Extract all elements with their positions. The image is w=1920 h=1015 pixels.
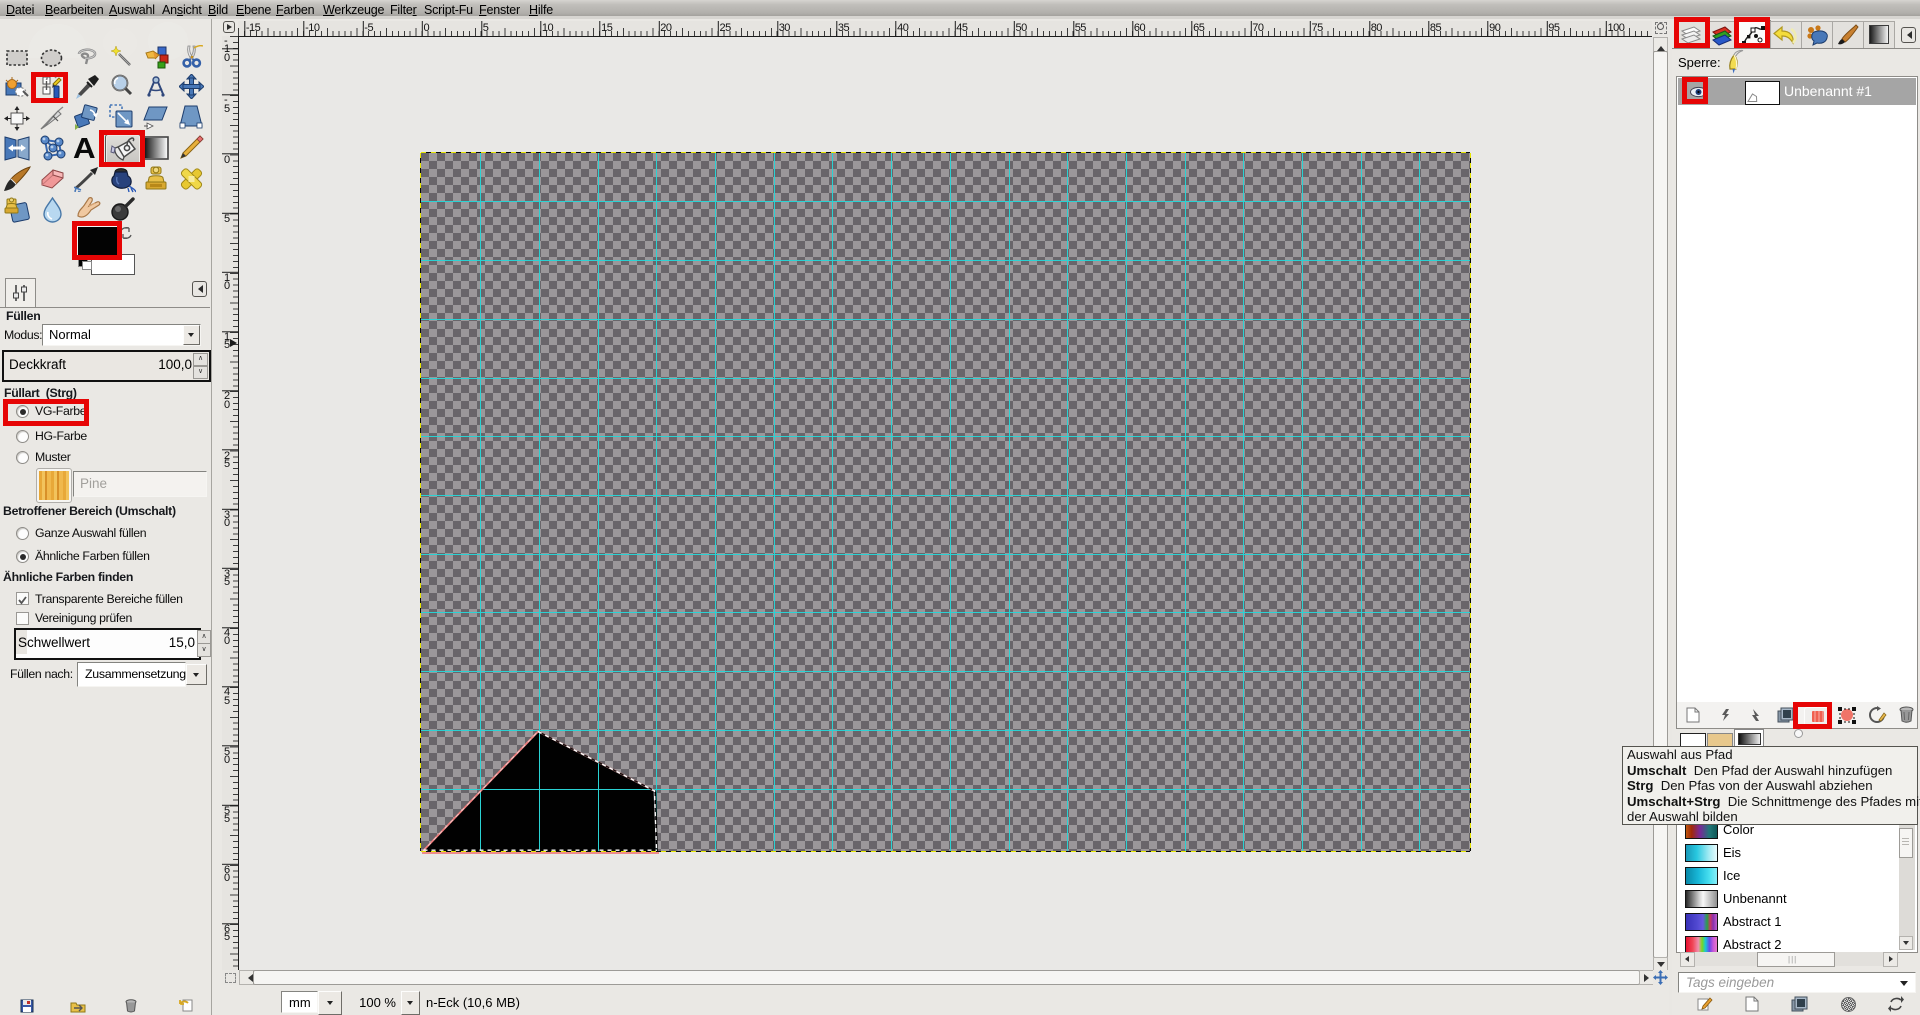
svg-text:A: A xyxy=(73,134,96,161)
